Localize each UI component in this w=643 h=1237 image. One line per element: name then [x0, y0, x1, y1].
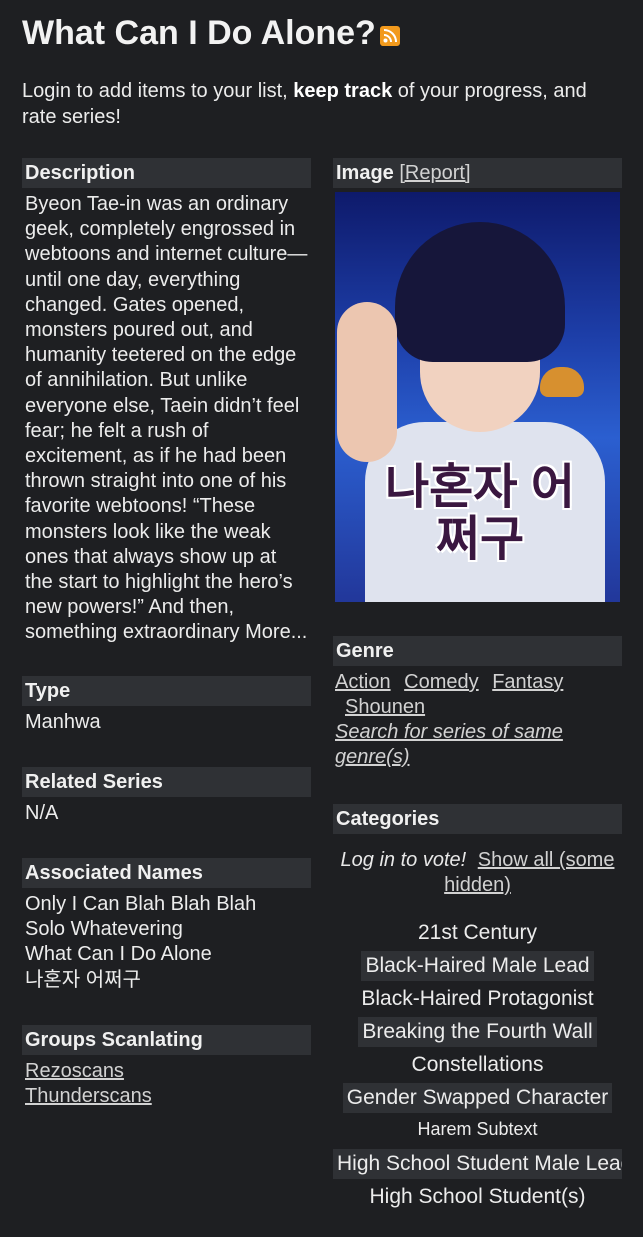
login-prompt: Login to add items to your list, keep tr…: [22, 78, 622, 130]
associated-name: Only I Can Blah Blah Blah: [25, 893, 257, 916]
group-link-rezoscans[interactable]: Rezoscans: [25, 1060, 124, 1082]
description-text: Byeon Tae-in was an ordinary geek, compl…: [22, 188, 311, 646]
burger-icon: [540, 367, 584, 397]
categories-actions: Log in to vote! Show all (some hidden): [333, 834, 622, 898]
group-link-thunderscans[interactable]: Thunderscans: [25, 1085, 152, 1107]
genre-list: Action Comedy Fantasy Shounen Search for…: [333, 666, 622, 770]
more-link[interactable]: More...: [245, 621, 307, 643]
show-all-link[interactable]: Show all (some hidden): [444, 849, 614, 896]
associated-name: What Can I Do Alone: [25, 943, 212, 966]
genre-section: Genre Action Comedy Fantasy Shounen Sear…: [333, 636, 622, 770]
left-column: Description Byeon Tae-in was an ordinary…: [22, 158, 311, 1133]
category-item[interactable]: Constellations: [408, 1050, 548, 1080]
genre-search-link[interactable]: Search for series of same genre(s): [335, 721, 563, 768]
image-section: Image [Report] 나혼자 어쩌구: [333, 158, 622, 602]
description-body: Byeon Tae-in was an ordinary geek, compl…: [25, 193, 308, 644]
cover-hand: [337, 302, 397, 462]
associated-section: Associated Names Only I Can Blah Blah Bl…: [22, 858, 311, 993]
description-heading: Description: [22, 158, 311, 188]
cover-image[interactable]: 나혼자 어쩌구: [335, 192, 620, 602]
category-item[interactable]: Harem Subtext: [413, 1116, 541, 1142]
report-link[interactable]: [Report]: [399, 162, 470, 184]
cover-title-text: 나혼자 어쩌구: [385, 461, 575, 566]
intro-bold: keep track: [293, 80, 393, 102]
category-item[interactable]: 21st Century: [414, 918, 541, 948]
category-item[interactable]: Gender Swapped Character: [342, 1083, 613, 1113]
genre-link-action[interactable]: Action: [335, 671, 391, 693]
rss-icon[interactable]: [379, 26, 400, 46]
cover-hair: [395, 222, 565, 362]
genre-heading: Genre: [333, 636, 622, 666]
intro-prefix: Login to add items to your list,: [22, 80, 294, 102]
related-section: Related Series N/A: [22, 766, 311, 826]
related-value: N/A: [25, 801, 59, 824]
groups-list: Rezoscans Thunderscans: [22, 1055, 311, 1109]
right-column: Image [Report] 나혼자 어쩌구 Genre Action Come…: [333, 158, 622, 1237]
page-title: What Can I Do Alone?: [22, 14, 400, 53]
category-item[interactable]: Black-Haired Male Lead: [361, 951, 594, 981]
category-list: 21st Century Black-Haired Male Lead Blac…: [333, 916, 622, 1213]
groups-section: Groups Scanlating Rezoscans Thunderscans: [22, 1024, 311, 1109]
associated-name: 나혼자 어쩌구: [25, 968, 141, 991]
category-item[interactable]: Breaking the Fourth Wall: [358, 1017, 597, 1047]
associated-names: Only I Can Blah Blah Blah Solo Whateveri…: [22, 888, 311, 993]
genre-link-comedy[interactable]: Comedy: [404, 671, 478, 693]
category-item[interactable]: Black-Haired Protagonist: [357, 984, 597, 1014]
type-heading: Type: [22, 675, 311, 706]
related-heading: Related Series: [22, 766, 311, 797]
categories-section: Categories Log in to vote! Show all (som…: [333, 804, 622, 1213]
associated-heading: Associated Names: [22, 858, 311, 889]
image-heading: Image [Report]: [333, 158, 622, 188]
categories-heading: Categories: [333, 804, 622, 834]
type-section: Type Manhwa: [22, 675, 311, 735]
description-section: Description Byeon Tae-in was an ordinary…: [22, 158, 311, 646]
genre-link-fantasy[interactable]: Fantasy: [492, 671, 563, 693]
category-item[interactable]: High School Student(s): [366, 1182, 590, 1212]
genre-link-shounen[interactable]: Shounen: [345, 696, 425, 718]
type-value: Manhwa: [25, 710, 101, 733]
login-to-vote: Log in to vote!: [340, 849, 467, 871]
series-title: What Can I Do Alone?: [22, 14, 376, 52]
image-heading-label: Image: [336, 162, 394, 184]
category-item[interactable]: High School Student Male Lead: [333, 1149, 622, 1179]
associated-name: Solo Whatevering: [25, 918, 183, 941]
groups-heading: Groups Scanlating: [22, 1024, 311, 1055]
